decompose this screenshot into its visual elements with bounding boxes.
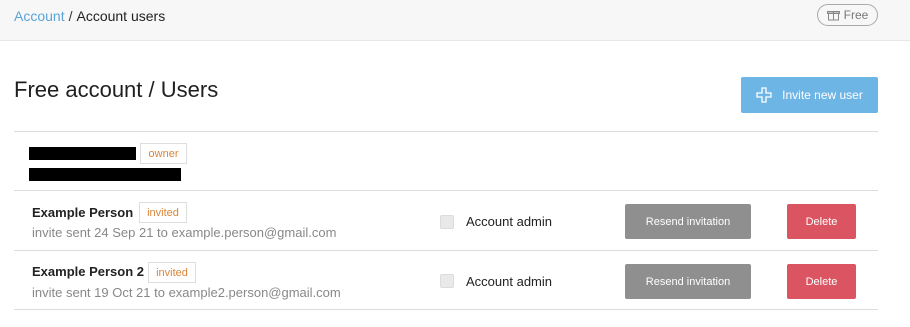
account-admin-label: Account admin xyxy=(466,274,552,289)
user-name: Example Person 2 xyxy=(32,264,144,279)
divider xyxy=(14,190,878,191)
delete-user-button[interactable]: Delete xyxy=(787,264,856,299)
breadcrumb: Account / Account users xyxy=(14,8,165,24)
breadcrumb-account-link[interactable]: Account xyxy=(14,8,65,24)
plan-badge[interactable]: Free xyxy=(817,4,878,26)
plan-badge-label: Free xyxy=(843,8,869,22)
account-admin-label: Account admin xyxy=(466,214,552,229)
gift-icon xyxy=(826,11,840,21)
top-bar: Account / Account users Free xyxy=(0,0,910,41)
invited-tag: invited xyxy=(139,202,187,223)
plus-icon xyxy=(756,87,772,103)
redacted-owner-name xyxy=(29,147,136,160)
invite-sent-info: invite sent 19 Oct 21 to example2.person… xyxy=(32,285,341,300)
resend-invitation-button[interactable]: Resend invitation xyxy=(625,264,751,299)
account-admin-checkbox[interactable] xyxy=(440,274,454,288)
account-admin-checkbox[interactable] xyxy=(440,215,454,229)
divider xyxy=(14,131,878,132)
resend-invitation-button[interactable]: Resend invitation xyxy=(625,204,751,239)
divider xyxy=(14,250,878,251)
invite-new-user-button[interactable]: Invite new user xyxy=(741,77,878,113)
breadcrumb-current: Account users xyxy=(76,8,166,24)
delete-user-button[interactable]: Delete xyxy=(787,204,856,239)
invited-tag: invited xyxy=(148,262,196,283)
redacted-owner-email xyxy=(29,168,181,181)
invite-sent-info: invite sent 24 Sep 21 to example.person@… xyxy=(32,225,337,240)
page-title: Free account / Users xyxy=(14,77,219,102)
owner-tag: owner xyxy=(140,143,187,164)
breadcrumb-separator: / xyxy=(68,8,73,24)
invite-button-label: Invite new user xyxy=(782,88,863,102)
divider xyxy=(14,309,878,310)
user-name: Example Person xyxy=(32,205,134,220)
